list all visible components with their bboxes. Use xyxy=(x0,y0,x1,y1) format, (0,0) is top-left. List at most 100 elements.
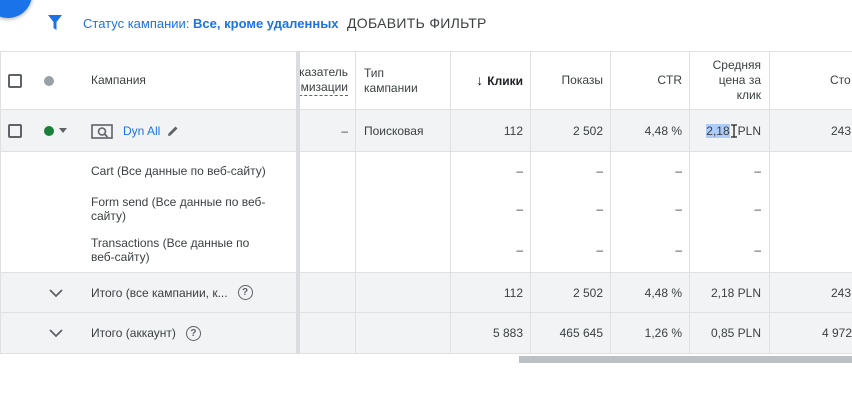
cpc-header-line1: Средняя xyxy=(712,58,761,72)
ctr-cell: 4,48 % xyxy=(611,110,690,151)
total-campaigns-cost-cell: 243 xyxy=(831,273,852,312)
campaign-header: Кампания xyxy=(91,73,146,87)
total-account-impressions-cell: 465 645 xyxy=(531,313,611,353)
optimization-score-cell: – xyxy=(300,110,356,151)
help-icon[interactable]: ? xyxy=(185,325,201,341)
column-divider xyxy=(610,51,611,354)
column-divider xyxy=(689,51,690,354)
total-campaigns-label-cell: Итого (все кампании, к... ? xyxy=(91,273,291,312)
conversion-impressions-cell: – xyxy=(531,190,611,228)
total-account-clicks-cell: 5 883 xyxy=(451,313,531,353)
cost-value: 243 xyxy=(831,123,852,138)
optimization-header-line2: имизации xyxy=(300,80,348,96)
total-campaigns-cpc-cell: 2,18 PLN xyxy=(690,273,769,312)
impressions-header: Показы xyxy=(561,73,603,87)
conversion-clicks-cell: – xyxy=(451,228,531,272)
total-account-clicks: 5 883 xyxy=(492,326,523,340)
help-icon[interactable]: ? xyxy=(237,285,253,300)
conversion-impressions-cell: – xyxy=(531,228,611,272)
total-campaigns-label: Итого (все кампании, к... xyxy=(91,285,228,300)
filter-icon[interactable] xyxy=(47,14,63,32)
total-campaigns-clicks-cell: 112 xyxy=(451,273,531,312)
impressions-cell: 2 502 xyxy=(531,110,611,151)
ctr-header-cell[interactable]: CTR xyxy=(611,52,690,109)
campaign-type-value: Поисковая xyxy=(364,123,424,138)
select-all-checkbox[interactable] xyxy=(8,73,22,88)
conversion-impressions-value: – xyxy=(596,243,603,257)
frozen-columns-divider[interactable] xyxy=(296,51,300,354)
conversion-clicks-cell: – xyxy=(451,190,531,228)
expand-cell xyxy=(48,313,68,353)
clicks-cell: 112 xyxy=(451,110,531,151)
horizontal-scrollbar[interactable] xyxy=(519,356,852,363)
filter-bar: Статус кампании: Все, кроме удаленных ДО… xyxy=(0,0,852,50)
conversion-name-cell: Cart (Все данные по веб-сайту) xyxy=(91,152,291,190)
total-account-label: Итого (аккаунт) xyxy=(91,326,176,340)
conversion-cpc-value: – xyxy=(754,243,761,257)
campaign-name-link[interactable]: Dyn All xyxy=(123,124,160,138)
table-row-campaign[interactable]: Dyn All – Поисковая 112 2 502 4,48 % 2,1… xyxy=(0,110,852,152)
total-campaigns-ctr: 4,48 % xyxy=(644,285,682,300)
conversion-name-line1: Form send (Все данные по веб- xyxy=(91,195,266,209)
total-campaigns-cost: 243 xyxy=(831,285,852,300)
impressions-header-cell[interactable]: Показы xyxy=(531,52,611,109)
search-campaign-icon xyxy=(91,123,113,139)
status-cell[interactable] xyxy=(44,110,74,151)
cpc-header-line3: клик xyxy=(736,88,761,102)
optimization-score-header-cell[interactable]: казатель имизации xyxy=(300,52,352,109)
row-checkbox[interactable] xyxy=(8,123,22,138)
row-select-cell xyxy=(8,110,28,151)
conversion-clicks-value: – xyxy=(516,202,523,216)
cost-header-cell[interactable]: Сто xyxy=(830,52,852,109)
campaign-name-cell: Dyn All xyxy=(91,110,291,151)
add-filter-button[interactable]: ДОБАВИТЬ ФИЛЬТР xyxy=(347,15,487,31)
column-divider xyxy=(769,51,770,354)
campaign-header-cell[interactable]: Кампания xyxy=(91,52,291,109)
conversion-name-cell: Transactions (Все данные по веб-сайту) xyxy=(91,228,291,272)
conversion-ctr-value: – xyxy=(675,243,682,257)
campaign-type-header-cell[interactable]: Тип кампании xyxy=(364,52,450,109)
conversion-ctr-value: – xyxy=(675,202,682,216)
total-campaigns-cpc: 2,18 PLN xyxy=(710,285,761,300)
cpc-selected-text[interactable]: 2,18 xyxy=(706,123,730,138)
enabled-status-icon xyxy=(44,125,54,136)
total-campaigns-row: Итого (все кампании, к... ? 112 2 502 4,… xyxy=(0,272,852,313)
type-header-line2: кампании xyxy=(364,80,418,95)
clicks-header-cell[interactable]: ↓ Клики xyxy=(451,52,531,109)
column-divider xyxy=(450,51,451,354)
sort-desc-icon: ↓ xyxy=(476,71,484,88)
total-campaigns-impressions-cell: 2 502 xyxy=(531,273,611,312)
conversion-cpc-value: – xyxy=(754,164,761,178)
total-account-cpc-cell: 0,85 PLN xyxy=(690,313,769,353)
conversion-ctr-cell: – xyxy=(611,190,690,228)
table-header-row: Кампания казатель имизации Тип кампании … xyxy=(0,51,852,110)
total-campaigns-impressions: 2 502 xyxy=(572,285,603,300)
edit-pencil-icon[interactable] xyxy=(166,124,180,138)
total-account-ctr: 1,26 % xyxy=(644,326,682,340)
conversion-name-line2: веб-сайту) xyxy=(91,250,150,264)
text-cursor-icon xyxy=(730,123,737,138)
column-divider xyxy=(530,51,531,354)
column-divider xyxy=(0,51,1,354)
conversion-name-line1: Cart (Все данные по веб-сайту) xyxy=(91,164,266,178)
clicks-value: 112 xyxy=(503,123,523,138)
conversion-cpc-cell: – xyxy=(690,152,769,190)
conversion-name-cell: Form send (Все данные по веб- сайту) xyxy=(91,190,291,228)
select-all-cell xyxy=(8,52,28,109)
conversion-cpc-cell: – xyxy=(690,190,769,228)
filter-status-value: Все, кроме удаленных xyxy=(193,16,339,31)
campaign-status-filter-chip[interactable]: Статус кампании: Все, кроме удаленных xyxy=(83,16,339,31)
conversion-impressions-value: – xyxy=(596,202,603,216)
status-header-dot-icon xyxy=(44,75,54,86)
total-campaigns-clicks: 112 xyxy=(503,285,523,300)
chevron-down-icon[interactable] xyxy=(48,288,64,298)
conversion-cpc-cell: – xyxy=(690,228,769,272)
chevron-down-icon[interactable] xyxy=(48,328,64,338)
conversion-ctr-cell: – xyxy=(611,152,690,190)
status-dropdown-icon[interactable] xyxy=(59,128,67,133)
conversion-name-line1: Transactions (Все данные по xyxy=(91,236,250,250)
clicks-header: Клики xyxy=(487,73,523,88)
avg-cpc-header-cell[interactable]: Средняя цена за клик xyxy=(690,52,769,109)
filter-status-label: Статус кампании: xyxy=(83,16,194,31)
cost-header: Сто xyxy=(830,73,851,87)
